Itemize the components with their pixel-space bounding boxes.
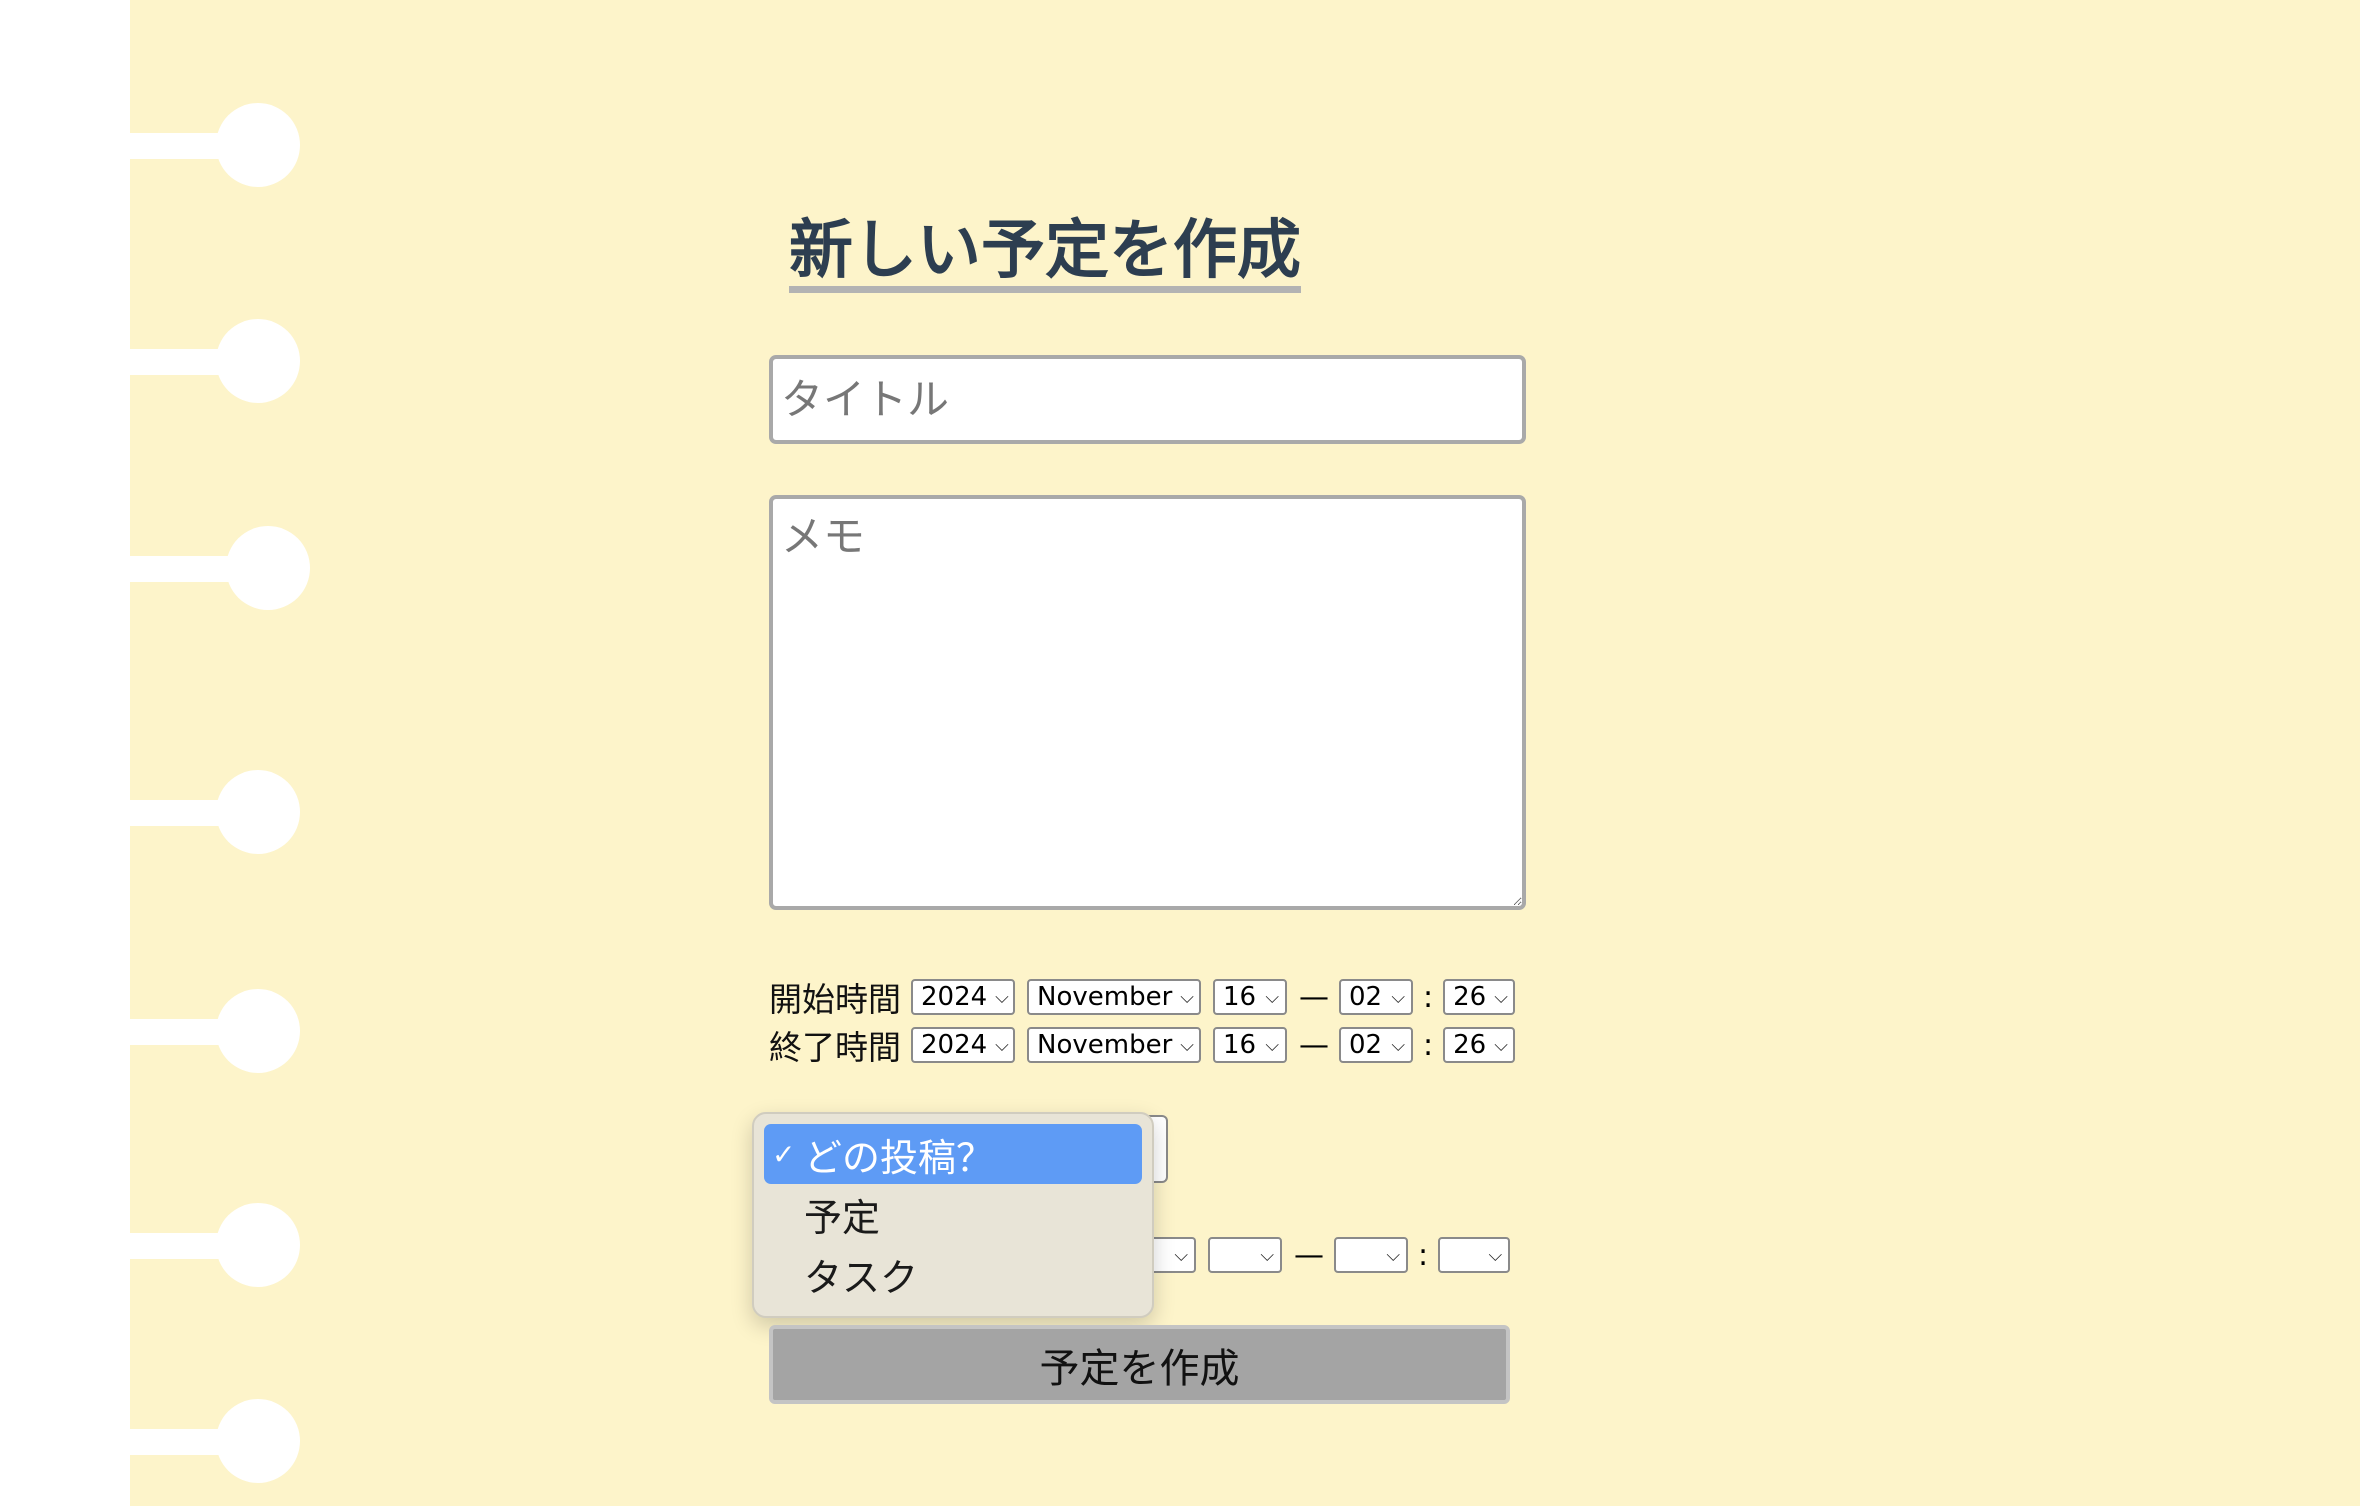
- chevron-down-icon: ⌵: [1174, 1244, 1188, 1266]
- chevron-down-icon: ⌵: [1391, 1034, 1405, 1056]
- chevron-down-icon: ⌵: [1260, 1244, 1274, 1266]
- binder-ring: [130, 770, 300, 854]
- start-month-select[interactable]: November ⌵: [1027, 979, 1201, 1015]
- end-year-select[interactable]: 2024 ⌵: [911, 1027, 1015, 1063]
- chevron-down-icon: ⌵: [1265, 1034, 1279, 1056]
- dropdown-option-selected[interactable]: ✓ どの投稿？: [764, 1124, 1142, 1184]
- start-minute-select[interactable]: 26 ⌵: [1443, 979, 1516, 1015]
- binder-ring: [130, 319, 300, 403]
- memo-textarea[interactable]: [769, 495, 1526, 910]
- chevron-down-icon: ⌵: [1265, 986, 1279, 1008]
- title-input[interactable]: [769, 355, 1526, 444]
- dropdown-option-schedule[interactable]: 予定: [764, 1184, 1142, 1244]
- end-time-row: 終了時間 2024 ⌵ November ⌵ 16 ⌵ — 02 ⌵ : 26 ⌵: [769, 1025, 1527, 1067]
- chevron-down-icon: ⌵: [1494, 1034, 1508, 1056]
- end-hour-select[interactable]: 02 ⌵: [1339, 1027, 1413, 1063]
- time-colon: :: [1423, 1027, 1434, 1063]
- chevron-down-icon: ⌵: [995, 1034, 1009, 1056]
- start-time-row: 開始時間 2024 ⌵ November ⌵ 16 ⌵ — 02 ⌵ : 26 ⌵: [769, 977, 1527, 1019]
- dropdown-option-task[interactable]: タスク: [764, 1244, 1142, 1304]
- time-colon: :: [1418, 1237, 1429, 1273]
- chevron-down-icon: ⌵: [995, 986, 1009, 1008]
- create-schedule-button[interactable]: 予定を作成: [769, 1325, 1510, 1404]
- chevron-down-icon: ⌵: [1488, 1244, 1503, 1266]
- date-time-separator: —: [1294, 1237, 1324, 1273]
- date-time-separator: —: [1299, 979, 1329, 1015]
- deadline-day2-select[interactable]: ⌵: [1208, 1237, 1282, 1273]
- end-time-label: 終了時間: [769, 1028, 901, 1067]
- binder-ring: [130, 526, 310, 610]
- page-title: 新しい予定を作成: [789, 216, 1301, 294]
- deadline-time-row: ⌵ ⌵ — ⌵ : ⌵: [1152, 1235, 1522, 1275]
- date-time-separator: —: [1299, 1027, 1329, 1063]
- end-day-select[interactable]: 16 ⌵: [1213, 1027, 1287, 1063]
- deadline-minute-select[interactable]: ⌵: [1438, 1237, 1511, 1273]
- deadline-day-select[interactable]: ⌵: [1152, 1237, 1196, 1273]
- binder-ring: [130, 103, 300, 187]
- post-type-dropdown-menu: ✓ どの投稿？ 予定 タスク: [752, 1112, 1154, 1318]
- chevron-down-icon: ⌵: [1180, 986, 1194, 1008]
- chevron-down-icon: ⌵: [1386, 1244, 1400, 1266]
- time-colon: :: [1423, 979, 1434, 1015]
- end-minute-select[interactable]: 26 ⌵: [1443, 1027, 1516, 1063]
- binder-ring: [130, 989, 300, 1073]
- start-year-select[interactable]: 2024 ⌵: [911, 979, 1015, 1015]
- deadline-hour-select[interactable]: ⌵: [1334, 1237, 1408, 1273]
- binder-ring: [130, 1399, 300, 1483]
- checkmark-icon: ✓: [772, 1137, 796, 1171]
- start-time-label: 開始時間: [769, 980, 901, 1019]
- chevron-down-icon: ⌵: [1391, 986, 1405, 1008]
- binder-ring: [130, 1203, 300, 1287]
- start-day-select[interactable]: 16 ⌵: [1213, 979, 1287, 1015]
- chevron-down-icon: ⌵: [1494, 986, 1508, 1008]
- start-hour-select[interactable]: 02 ⌵: [1339, 979, 1413, 1015]
- chevron-down-icon: ⌵: [1180, 1034, 1194, 1056]
- end-month-select[interactable]: November ⌵: [1027, 1027, 1201, 1063]
